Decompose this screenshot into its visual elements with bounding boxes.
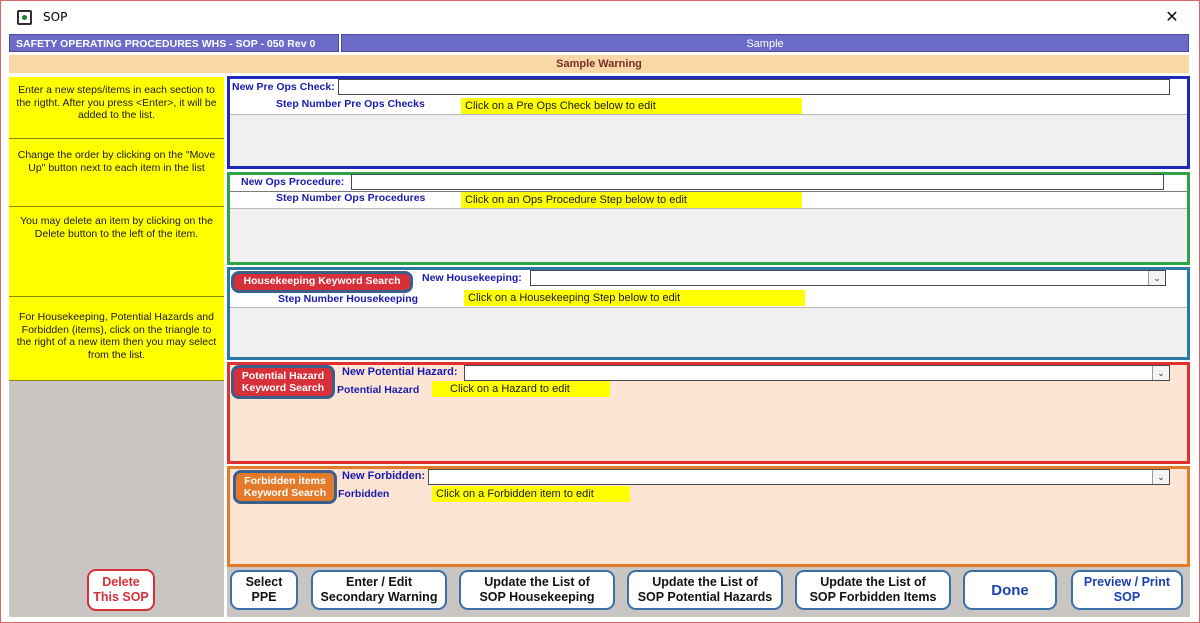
forbidden-label: New Forbidden: [342,470,426,482]
hazard-section: Potential Hazard Keyword Search New Pote… [227,362,1190,464]
housekeeping-combo[interactable]: ⌄ [530,270,1166,286]
update-housekeeping-button[interactable]: Update the List of SOP Housekeeping [459,570,615,610]
housekeeping-keyword-search-button[interactable]: Housekeeping Keyword Search [231,271,413,293]
preops-section: New Pre Ops Check: Step Number Pre Ops C… [227,76,1190,169]
update-forbidden-button[interactable]: Update the List of SOP Forbidden Items [795,570,951,610]
hazard-label: New Potential Hazard: [342,366,458,378]
forbidden-section: Forbidden items Keyword Search New Forbi… [227,466,1190,567]
select-ppe-button[interactable]: Select PPE [230,570,298,610]
housekeeping-label: New Housekeeping: [422,272,522,284]
forbidden-keyword-line1: Forbidden items [244,475,326,487]
forbidden-combo[interactable]: ⌄ [428,469,1170,485]
preops-label: New Pre Ops Check: [232,81,335,93]
preops-input[interactable] [338,79,1170,95]
housekeeping-section: Housekeeping Keyword Search New Housekee… [227,267,1190,360]
forbidden-step-label: Forbidden [338,488,390,500]
secondary-warning-button[interactable]: Enter / Edit Secondary Warning [311,570,447,610]
forbidden-hint: Click on a Forbidden item to edit [432,486,630,502]
hazard-step-label: Potential Hazard [337,384,420,396]
ops-step-label: Step Number Ops Procedures [276,192,426,204]
sop-window: SOP ✕ SAFETY OPERATING PROCEDURES WHS - … [0,0,1200,623]
done-button[interactable]: Done [963,570,1057,610]
update-hazards-button[interactable]: Update the List of SOP Potential Hazards [627,570,783,610]
forbidden-keyword-line2: Keyword Search [243,487,327,499]
help-sidebar: Enter a new steps/items in each section … [9,77,224,617]
close-icon[interactable]: ✕ [1161,5,1183,29]
housekeeping-hint: Click on a Housekeeping Step below to ed… [464,290,805,306]
chevron-down-icon[interactable]: ⌄ [1152,470,1169,484]
sample-warning-bar: Sample Warning [9,55,1189,73]
ops-input[interactable] [351,174,1164,190]
help-move-up: Change the order by clicking on the "Mov… [9,139,224,207]
chevron-down-icon[interactable]: ⌄ [1148,271,1165,285]
help-select-list: For Housekeeping, Potential Hazards and … [9,297,224,381]
window-title: SOP [43,10,68,24]
hazard-keyword-search-button[interactable]: Potential Hazard Keyword Search [231,365,335,399]
title-bar: SOP ✕ [1,1,1199,33]
housekeeping-step-label: Step Number Housekeeping [278,293,419,305]
help-delete: You may delete an item by clicking on th… [9,207,224,297]
hazard-combo[interactable]: ⌄ [464,365,1170,381]
preops-hint: Click on a Pre Ops Check below to edit [461,98,802,114]
ops-section: New Ops Procedure: Step Number Ops Proce… [227,172,1190,265]
sop-header-sample: Sample [341,34,1189,52]
hazard-hint: Click on a Hazard to edit [432,381,610,397]
chevron-down-icon[interactable]: ⌄ [1152,366,1169,380]
ops-hint: Click on an Ops Procedure Step below to … [461,192,802,208]
hazard-keyword-line1: Potential Hazard [241,370,325,382]
ops-label: New Ops Procedure: [241,176,345,188]
delete-sop-button[interactable]: Delete This SOP [87,569,155,611]
sop-header-title: SAFETY OPERATING PROCEDURES WHS - SOP - … [9,34,339,52]
preview-print-sop-button[interactable]: Preview / Print SOP [1071,570,1183,610]
forbidden-keyword-search-button[interactable]: Forbidden items Keyword Search [233,470,337,504]
help-enter-steps: Enter a new steps/items in each section … [9,77,224,139]
app-icon [17,10,32,25]
preops-step-label: Step Number Pre Ops Checks [276,98,425,110]
hazard-keyword-line2: Keyword Search [241,382,325,394]
